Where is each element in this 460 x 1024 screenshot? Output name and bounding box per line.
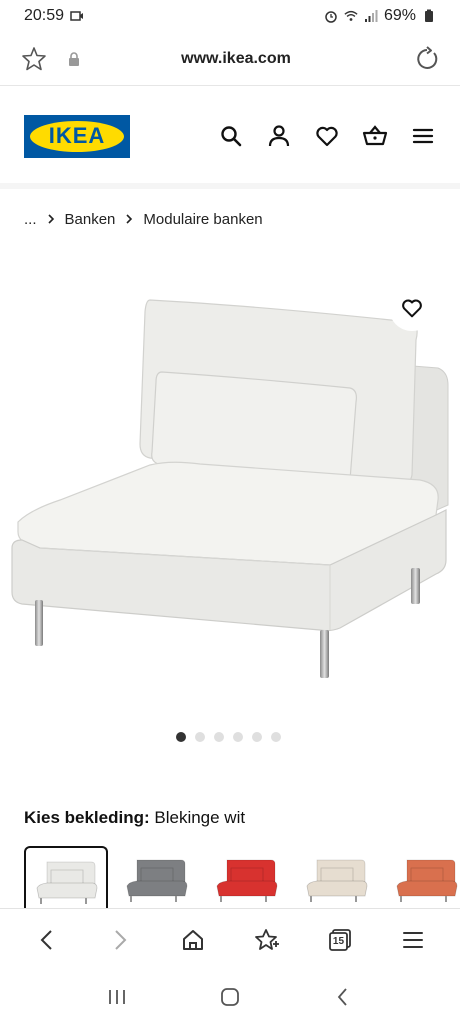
- breadcrumb-item-banken[interactable]: Banken: [65, 211, 116, 228]
- heart-icon: [402, 299, 422, 318]
- tabs-button[interactable]: 15: [326, 926, 354, 954]
- alarm-icon: [325, 11, 337, 23]
- bookmark-star-icon[interactable]: [20, 45, 48, 73]
- breadcrumb-item-modulaire-banken[interactable]: Modulaire banken: [143, 211, 262, 228]
- url-text[interactable]: www.ikea.com: [82, 50, 390, 68]
- home-button-icon[interactable]: [218, 985, 242, 1009]
- search-icon[interactable]: [218, 123, 244, 149]
- wifi-icon: [344, 10, 358, 21]
- swatch-sofa-thumbnail: [216, 859, 278, 902]
- status-time: 20:59: [24, 7, 65, 24]
- swatch-sofa-thumbnail: [396, 859, 458, 902]
- basket-icon[interactable]: [362, 123, 388, 149]
- swatch-sofa-thumbnail: [126, 859, 188, 902]
- cover-swatch[interactable]: [204, 846, 288, 910]
- cover-label-title: Kies bekleding:: [24, 808, 150, 827]
- site-header: IKEA: [0, 86, 460, 186]
- cover-swatch[interactable]: [384, 846, 460, 910]
- ikea-logo[interactable]: IKEA: [24, 114, 130, 158]
- browser-toolbar: 15: [0, 908, 460, 970]
- battery-icon: [425, 9, 433, 22]
- cover-label: Kies bekleding: Blekinge wit: [24, 808, 245, 828]
- cover-selected-value: Blekinge wit: [154, 808, 246, 827]
- lock-icon[interactable]: [66, 51, 82, 67]
- menu-icon[interactable]: [410, 123, 436, 149]
- carousel-dot[interactable]: [176, 732, 186, 742]
- back-icon[interactable]: [33, 926, 61, 954]
- heart-icon[interactable]: [314, 123, 340, 149]
- cover-swatch[interactable]: [294, 846, 378, 910]
- header-divider: [0, 183, 460, 189]
- carousel-dots: [176, 732, 281, 742]
- tabs-count: 15: [332, 935, 345, 947]
- swatch-sofa-thumbnail: [306, 859, 368, 902]
- cover-swatches: [24, 846, 460, 912]
- forward-icon[interactable]: [106, 926, 134, 954]
- breadcrumb: ... Banken Modulaire banken: [24, 208, 263, 230]
- carousel-dot[interactable]: [195, 732, 205, 742]
- breadcrumb-ellipsis[interactable]: ...: [24, 211, 37, 228]
- logo-text: IKEA: [48, 123, 106, 148]
- cover-swatch[interactable]: [24, 846, 108, 912]
- cover-swatch[interactable]: [114, 846, 198, 910]
- account-icon[interactable]: [266, 123, 292, 149]
- carousel-dot[interactable]: [214, 732, 224, 742]
- chevron-right-icon: [126, 214, 133, 224]
- home-icon[interactable]: [179, 926, 207, 954]
- carousel-dot[interactable]: [252, 732, 262, 742]
- system-back-icon[interactable]: [331, 985, 355, 1009]
- system-nav-bar: [0, 970, 460, 1024]
- browser-menu-icon[interactable]: [399, 926, 427, 954]
- swatch-sofa-thumbnail: [36, 861, 98, 904]
- reload-icon[interactable]: [414, 45, 440, 72]
- carousel-dot[interactable]: [233, 732, 243, 742]
- chevron-right-icon: [47, 214, 54, 224]
- signal-icon: [364, 10, 378, 22]
- browser-url-bar: www.ikea.com: [0, 32, 460, 86]
- battery-percent: 69%: [383, 7, 416, 24]
- recent-apps-icon[interactable]: [105, 985, 129, 1009]
- product-image[interactable]: [0, 260, 460, 720]
- carousel-dot[interactable]: [271, 732, 281, 742]
- video-call-icon: [70, 11, 84, 21]
- favourite-button[interactable]: [389, 285, 435, 331]
- bookmarks-icon[interactable]: [253, 926, 281, 954]
- status-bar: 20:59 69%: [0, 0, 460, 32]
